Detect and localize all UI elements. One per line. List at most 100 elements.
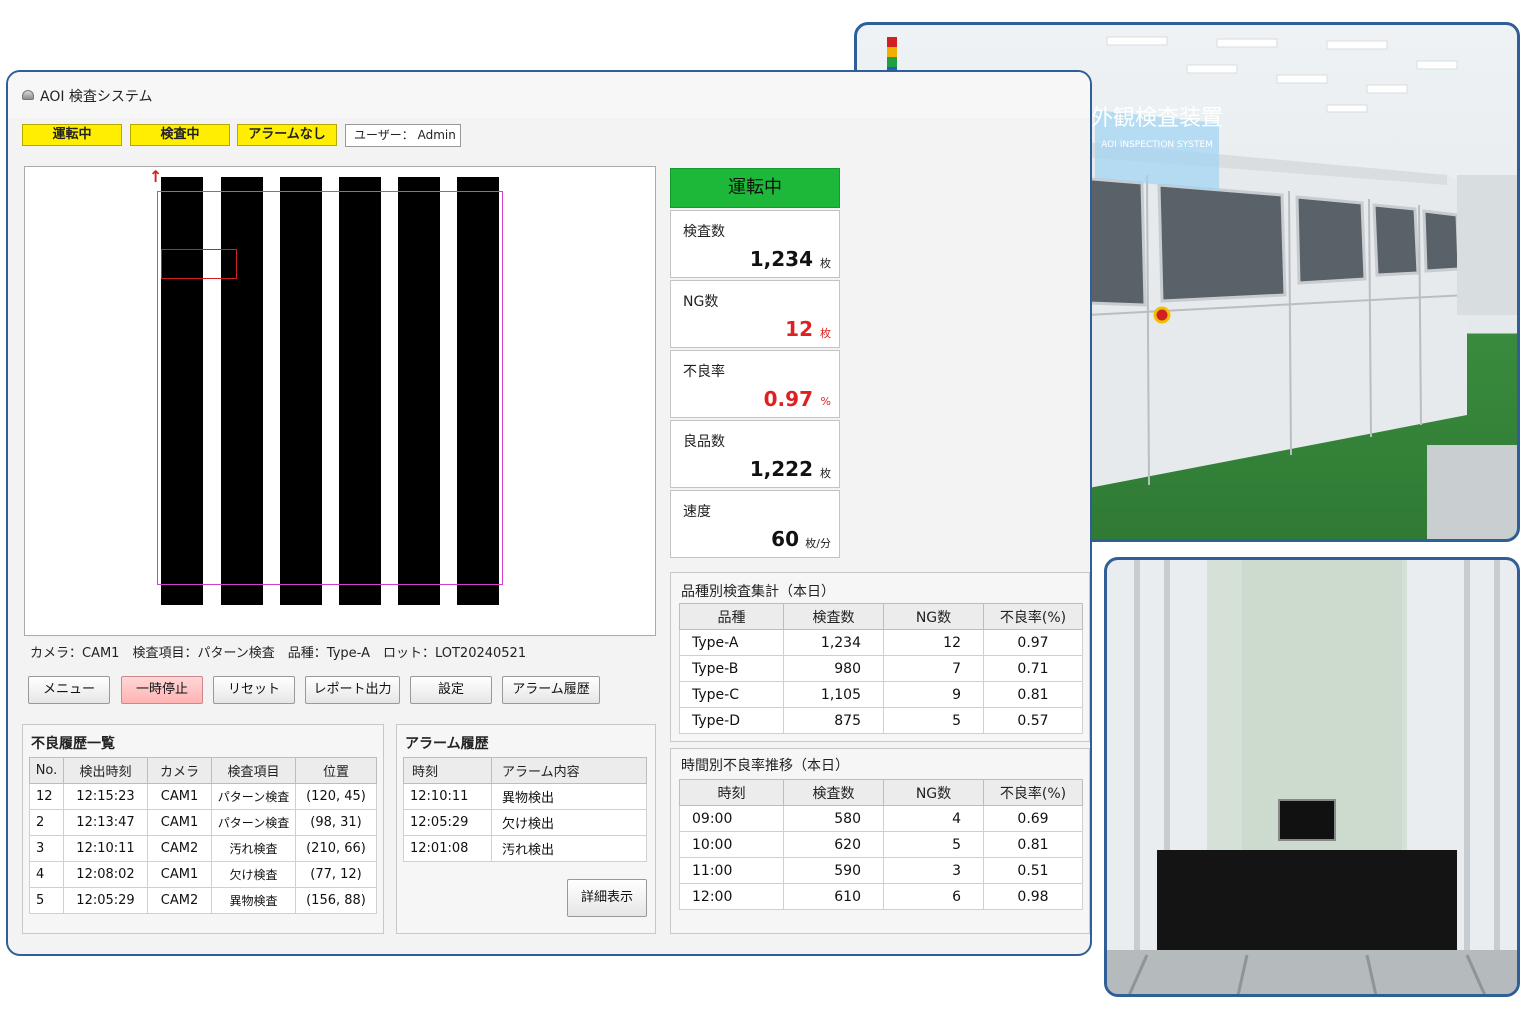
status-inspecting-badge: 検査中 [130, 124, 230, 146]
product-summary-title: 品種別検査集計（本日） [681, 584, 835, 600]
col-header: アラーム内容 [491, 757, 647, 784]
status-running-badge: 運転中 [22, 124, 122, 146]
table-row[interactable]: Type-D 875 5 0.57 [679, 707, 1083, 734]
col-header: 検出時刻 [63, 757, 148, 784]
table-row[interactable]: 5 12:05:29 CAM2 異物検査 (156, 88) [29, 887, 377, 914]
stat-unit: 枚 [820, 257, 831, 270]
defect-history-title: 不良履歴一覧 [31, 736, 115, 752]
stat-value: 1,222 [749, 457, 813, 481]
cell: 0.97 [983, 629, 1083, 656]
cell: 1,234 [783, 629, 884, 656]
stat-label: 不良率 [683, 364, 725, 380]
cell: (156, 88) [295, 887, 377, 914]
pause-button[interactable]: 一時停止 [121, 676, 203, 704]
cell: 5 [29, 887, 64, 914]
cell: 2 [29, 809, 64, 836]
cell: Type-A [679, 629, 784, 656]
menu-button[interactable]: メニュー [28, 676, 110, 704]
col-header: 位置 [295, 757, 377, 784]
defect-history-table: No. 検出時刻 カメラ 検査項目 位置 12 12:15:23 CAM1 パタ… [29, 757, 377, 914]
cell: (77, 12) [295, 861, 377, 888]
stat-inspected-card: 検査数 1,234 枚 [670, 210, 840, 278]
cell: (210, 66) [295, 835, 377, 862]
settings-button[interactable]: 設定 [410, 676, 492, 704]
cell: CAM1 [147, 809, 212, 836]
table-row[interactable]: Type-B 980 7 0.71 [679, 655, 1083, 682]
stat-defect-rate-card: 不良率 0.97 % [670, 350, 840, 418]
cell: 11:00 [679, 857, 784, 884]
table-row[interactable]: Type-C 1,105 9 0.81 [679, 681, 1083, 708]
alarm-history-table: 時刻 アラーム内容 12:10:11 異物検出 12:05:29 欠け検出 12… [403, 757, 647, 862]
cell: 875 [783, 707, 884, 734]
col-header: 時刻 [403, 757, 492, 784]
cell: パターン検査 [211, 809, 296, 836]
cell: 欠け検出 [491, 809, 647, 836]
stat-unit: % [820, 395, 831, 408]
machine-sign-sub: AOI INSPECTION SYSTEM [1101, 140, 1213, 150]
table-row[interactable]: 4 12:08:02 CAM1 欠け検査 (77, 12) [29, 861, 377, 888]
cell: Type-C [679, 681, 784, 708]
alarm-history-panel: アラーム履歴 時刻 アラーム内容 12:10:11 異物検出 12:05:29 … [396, 724, 656, 934]
cell: 12:15:23 [63, 783, 148, 810]
table-row[interactable]: 12 12:15:23 CAM1 パターン検査 (120, 45) [29, 783, 377, 810]
machine-sign-main: 外観検査装置 [1091, 106, 1223, 131]
cell: 12:08:02 [63, 861, 148, 888]
cell: 09:00 [679, 805, 784, 832]
cell: パターン検査 [211, 783, 296, 810]
reset-button[interactable]: リセット [213, 676, 295, 704]
col-header: NG数 [883, 603, 984, 630]
cell: 0.57 [983, 707, 1083, 734]
col-header: NG数 [883, 779, 984, 806]
cell: 610 [783, 883, 884, 910]
col-header: No. [29, 757, 64, 784]
hourly-trend-panel: 時間別不良率推移（本日） 時刻 検査数 NG数 不良率(%) 09:00 580… [670, 748, 1090, 934]
app-icon [22, 90, 34, 100]
cell: 1,105 [783, 681, 884, 708]
cell: 12:10:11 [63, 835, 148, 862]
report-output-button[interactable]: レポート出力 [305, 676, 400, 704]
detail-view-button[interactable]: 詳細表示 [567, 879, 647, 917]
cell: 汚れ検査 [211, 835, 296, 862]
defect-roi-box[interactable] [161, 249, 237, 279]
table-row[interactable]: 12:10:11 異物検出 [403, 783, 647, 810]
table-row[interactable]: 09:00 580 4 0.69 [679, 805, 1083, 832]
cell: 0.51 [983, 857, 1083, 884]
cell: CAM1 [147, 861, 212, 888]
cell: 620 [783, 831, 884, 858]
cell: 0.81 [983, 681, 1083, 708]
cell: Type-B [679, 655, 784, 682]
stat-label: NG数 [683, 294, 719, 310]
cell: 3 [883, 857, 984, 884]
stat-unit: 枚 [820, 327, 831, 340]
col-header: 検査数 [783, 779, 884, 806]
table-row[interactable]: 12:01:08 汚れ検出 [403, 835, 647, 862]
cell: 12 [29, 783, 64, 810]
inspection-info-line: カメラ：CAM1 検査項目：パターン検査 品種：Type-A ロット：LOT20… [30, 646, 527, 661]
col-header: 不良率(%) [983, 603, 1083, 630]
cell: 汚れ検出 [491, 835, 647, 862]
table-row[interactable]: 3 12:10:11 CAM2 汚れ検査 (210, 66) [29, 835, 377, 862]
table-header-row: 時刻 アラーム内容 [403, 757, 647, 784]
col-header: 品種 [679, 603, 784, 630]
table-row[interactable]: 12:00 610 6 0.98 [679, 883, 1083, 910]
inspection-image-viewer[interactable]: ↑ [24, 166, 656, 636]
table-row[interactable]: 11:00 590 3 0.51 [679, 857, 1083, 884]
cell: 3 [29, 835, 64, 862]
cell: 5 [883, 707, 984, 734]
cell: 0.98 [983, 883, 1083, 910]
origin-arrow-icon: ↑ [149, 167, 163, 186]
stat-speed-card: 速度 60 枚/分 [670, 490, 840, 558]
alarm-history-button[interactable]: アラーム履歴 [502, 676, 600, 704]
col-header: 検査項目 [211, 757, 296, 784]
table-row[interactable]: 12:05:29 欠け検出 [403, 809, 647, 836]
cell: 4 [883, 805, 984, 832]
cell: 0.81 [983, 831, 1083, 858]
closeup-illustration [1107, 560, 1517, 994]
stat-value: 0.97 [763, 387, 813, 411]
table-row[interactable]: 10:00 620 5 0.81 [679, 831, 1083, 858]
product-summary-panel: 品種別検査集計（本日） 品種 検査数 NG数 不良率(%) Type-A 1,2… [670, 572, 1090, 742]
table-row[interactable]: 2 12:13:47 CAM1 パターン検査 (98, 31) [29, 809, 377, 836]
hourly-trend-table: 時刻 検査数 NG数 不良率(%) 09:00 580 4 0.69 10:00… [679, 779, 1083, 910]
app-window: AOI 検査システム 運転中 検査中 アラームなし ユーザー： Admin ↑ … [6, 70, 1092, 956]
table-row[interactable]: Type-A 1,234 12 0.97 [679, 629, 1083, 656]
